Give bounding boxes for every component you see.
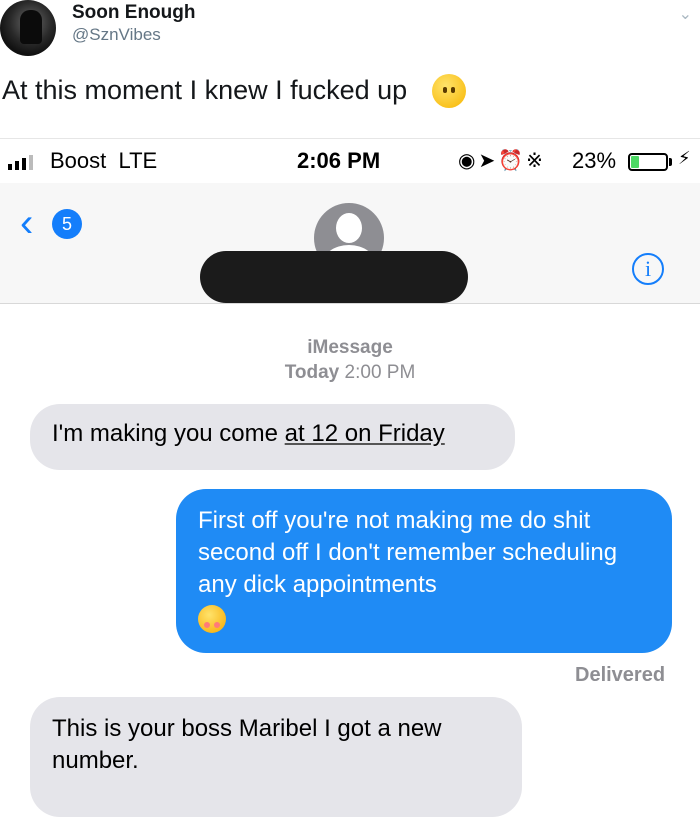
message-text: This is your boss Maribel I got a new nu… [52, 715, 442, 774]
redacted-contact-name [200, 251, 468, 303]
battery-icon [628, 153, 668, 171]
date-link[interactable]: at 12 on Friday [285, 420, 445, 447]
battery-percent: 23% [572, 148, 617, 173]
back-chevron-icon[interactable]: ‹ [20, 203, 33, 243]
grimace-emoji-icon [432, 74, 466, 108]
message-bubble-incoming[interactable]: This is your boss Maribel I got a new nu… [30, 697, 522, 817]
signal-strength-icon [8, 155, 33, 170]
carrier-label: Boost LTE [50, 148, 158, 173]
display-name[interactable]: Soon Enough [72, 2, 195, 24]
chevron-down-icon[interactable]: ⌄ [679, 4, 692, 24]
message-text: First off you're not making me do shit s… [198, 507, 618, 598]
message-bubble-outgoing[interactable]: First off you're not making me do shit s… [176, 489, 672, 653]
status-bar: Boost LTE 2:06 PM ◉➤⏰※ 23% ⚡︎ [0, 139, 700, 183]
avatar[interactable] [0, 0, 56, 56]
message-timestamp: Today 2:00 PM [284, 362, 416, 383]
status-icons: ◉➤⏰※ [458, 148, 546, 173]
embedded-screenshot: Boost LTE 2:06 PM ◉➤⏰※ 23% ⚡︎ ‹ 5 i iMes… [0, 138, 700, 817]
service-label: iMessage [307, 337, 393, 358]
unread-count-badge[interactable]: 5 [52, 209, 82, 239]
avatar-figure [20, 10, 42, 44]
message-bubble-incoming[interactable]: I'm making you come at 12 on Friday [30, 404, 515, 470]
tweet-text: At this moment I knew I fucked up [2, 75, 408, 105]
info-button[interactable]: i [632, 253, 664, 285]
avatar-head [336, 213, 362, 243]
delivered-status: Delivered [575, 664, 666, 686]
battery-tip [669, 158, 672, 166]
rotation-lock-icon: ◉ [458, 150, 479, 172]
location-icon: ➤ [478, 150, 499, 172]
pensive-face-emoji-icon [198, 604, 226, 633]
status-time: 2:06 PM [297, 148, 381, 173]
charging-bolt-icon: ⚡︎ [678, 148, 691, 168]
battery-fill [631, 156, 639, 168]
bluetooth-icon: ※ [526, 150, 546, 172]
alarm-icon: ⏰ [498, 150, 527, 172]
user-handle[interactable]: @SznVibes [72, 25, 161, 45]
